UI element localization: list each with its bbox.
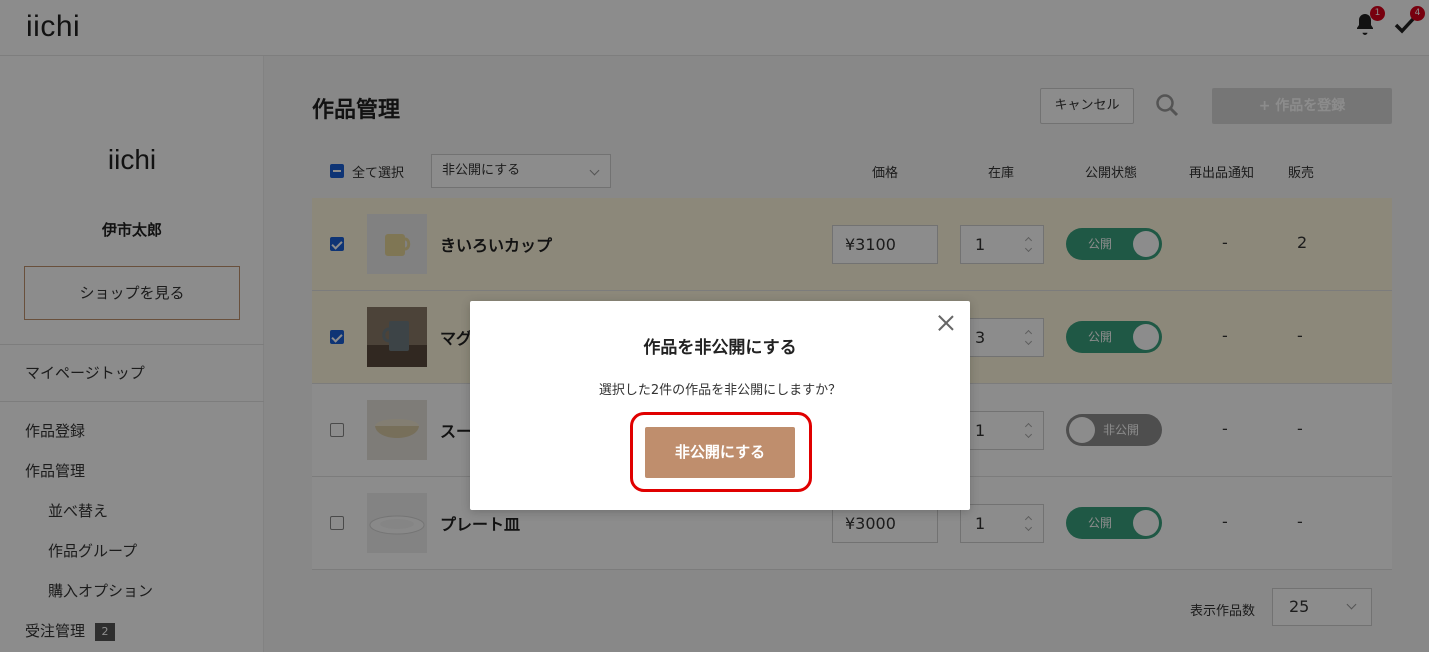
confirm-unpublish-button[interactable]: 非公開にする: [645, 427, 795, 478]
dialog-title: 作品を非公開にする: [643, 338, 797, 358]
confirm-dialog: 作品を非公開にする 選択した2件の作品を非公開にしますか？ 非公開にする: [470, 301, 970, 510]
close-icon[interactable]: [936, 313, 956, 333]
dialog-message: 選択した2件の作品を非公開にしますか？: [598, 383, 842, 398]
